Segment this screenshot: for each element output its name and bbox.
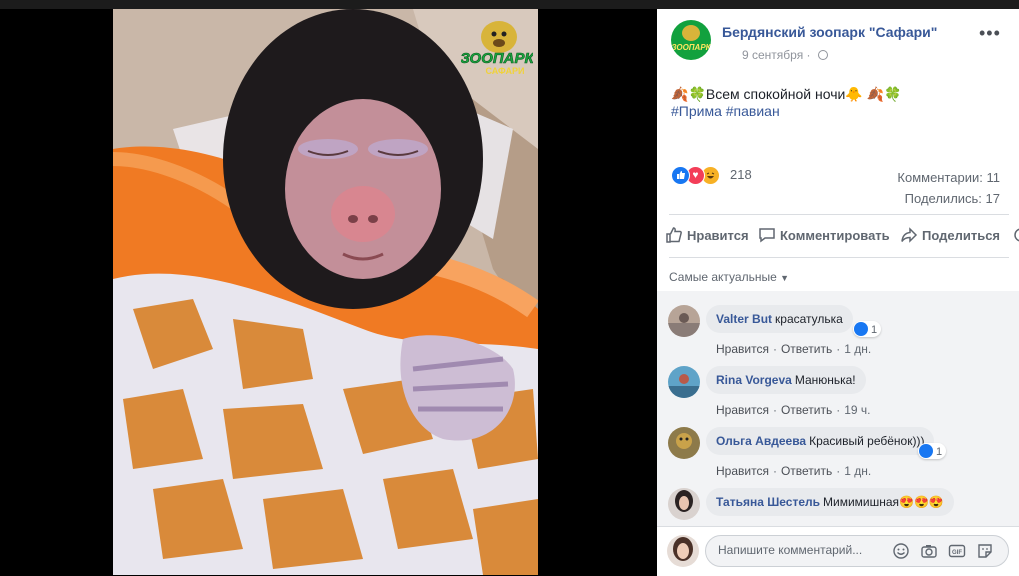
svg-text:ЗООПАРК: ЗООПАРК	[461, 50, 533, 67]
leaf-emoji-icon: 🍂	[671, 86, 689, 102]
comment-actions: Нравится · Ответить · 1 дн.	[716, 342, 872, 356]
comment-time[interactable]: 19 ч.	[844, 403, 870, 417]
sticker-icon[interactable]	[976, 542, 994, 560]
comment-actions: Нравится · Ответить · 19 ч.	[716, 403, 871, 417]
comment-bubble: Татьяна Шестель Мимимишная😍😍😍	[706, 488, 954, 516]
comments-list: Valter But красатулька 1 Нравится · Ответит…	[657, 291, 1019, 526]
like-reaction-icon	[671, 166, 690, 185]
gif-icon[interactable]: GIF	[948, 542, 966, 560]
post-date[interactable]: 9 сентября ·	[742, 48, 828, 62]
like-reaction-icon	[854, 322, 868, 336]
thumbs-up-icon	[666, 227, 682, 243]
share-arrow-icon	[901, 227, 918, 243]
comment-reply-link[interactable]: Ответить	[781, 403, 832, 417]
comment-author[interactable]: Татьяна Шестель	[716, 495, 820, 509]
like-button[interactable]: Нравится	[665, 226, 749, 244]
baby-baboon-image	[113, 9, 538, 575]
sort-dropdown[interactable]: Самые актуальные ▼	[669, 270, 789, 284]
shares-count[interactable]: Поделились: 17	[897, 188, 1000, 209]
emoji-icon[interactable]	[892, 542, 910, 560]
leaf-emoji-icon: 🍂	[866, 86, 885, 102]
avatar[interactable]	[668, 427, 700, 459]
comment-bubble: Rina Vorgeva Манюнька!	[706, 366, 866, 394]
share-button[interactable]: Поделиться	[900, 226, 1000, 244]
post-actions-bar: Нравится Комментировать Поделиться	[665, 226, 1019, 248]
comment-author[interactable]: Valter But	[716, 312, 772, 326]
comment-button[interactable]: Комментировать	[758, 226, 890, 244]
browser-strip	[0, 0, 1019, 9]
comment-text: Красивый ребёнок)))	[809, 434, 925, 448]
comment-author[interactable]: Ольга Авдеева	[716, 434, 806, 448]
like-reaction-icon	[919, 444, 933, 458]
comment-like-count: 1	[936, 446, 943, 458]
comment-like-count: 1	[871, 324, 878, 336]
comment-like-link[interactable]: Нравится	[716, 403, 769, 417]
divider	[669, 214, 1009, 215]
comments-count[interactable]: Комментарии: 11	[897, 167, 1000, 188]
more-options-button[interactable]: •••	[979, 23, 1001, 44]
photo-viewer[interactable]: ЗООПАРК САФАРИ	[0, 9, 655, 575]
comment-like-link[interactable]: Нравится	[716, 464, 769, 478]
divider	[669, 257, 1009, 258]
comment-time[interactable]: 1 дн.	[844, 342, 871, 356]
comment-reply-link[interactable]: Ответить	[781, 464, 832, 478]
comment-bubble: Ольга Авдеева Красивый ребёнок)))	[706, 427, 935, 455]
comment-button-label[interactable]: Комментировать	[780, 228, 890, 243]
comment-like-link[interactable]: Нравится	[716, 342, 769, 356]
comment-text: красатулька	[775, 312, 843, 326]
comment-like-badge[interactable]: 1	[853, 321, 882, 337]
post-stats: Комментарии: 11 Поделились: 17	[897, 167, 1000, 209]
comment-text: Мимимишная	[823, 495, 900, 509]
zoo-logo: ЗООПАРК САФАРИ	[461, 21, 533, 76]
comment-bubble-icon	[759, 228, 775, 243]
comment-time[interactable]: 1 дн.	[844, 464, 871, 478]
svg-text:ЗООПАРК: ЗООПАРК	[671, 43, 711, 52]
heart-eyes-emoji-icon: 😍😍😍	[899, 495, 944, 509]
globe-icon	[817, 50, 828, 60]
avatar[interactable]	[668, 305, 700, 337]
svg-text:САФАРИ: САФАРИ	[486, 66, 525, 76]
comment-input-box[interactable]: GIF	[705, 535, 1009, 567]
my-avatar[interactable]	[667, 535, 699, 567]
avatar[interactable]	[668, 488, 700, 520]
clover-emoji-icon: 🍀	[688, 86, 706, 102]
camera-icon[interactable]	[920, 542, 938, 560]
share-button-label[interactable]: Поделиться	[922, 228, 1000, 243]
comment-actions: Нравится · Ответить · 1 дн.	[716, 464, 872, 478]
post-side-panel: ЗООПАРК Бердянский зоопарк "Сафари" 9 се…	[657, 9, 1019, 576]
post-hashtags[interactable]: #Прима #павиан	[671, 103, 780, 119]
clover-emoji-icon: 🍀	[884, 86, 902, 102]
comment-author[interactable]: Rina Vorgeva	[716, 373, 792, 387]
reactions-count[interactable]: 218	[730, 167, 752, 182]
baby-chick-emoji-icon: 🐥	[845, 86, 863, 102]
page-avatar[interactable]: ЗООПАРК	[671, 20, 711, 60]
post-date-text[interactable]: 9 сентября	[742, 48, 803, 62]
post-text: 🍂🍀Всем спокойной ночи🐥 🍂🍀	[671, 85, 902, 103]
comment-text: Манюнька!	[794, 373, 856, 387]
post-photo[interactable]: ЗООПАРК САФАРИ	[113, 9, 538, 575]
comment-composer: GIF	[657, 526, 1019, 576]
reaction-picker-icon[interactable]	[1014, 226, 1019, 244]
comment-input[interactable]	[716, 542, 880, 558]
post-text-content: Всем спокойной ночи	[705, 86, 846, 102]
avatar[interactable]	[668, 366, 700, 398]
comment-bubble: Valter But красатулька	[706, 305, 853, 333]
page-name-link[interactable]: Бердянский зоопарк "Сафари"	[722, 24, 937, 40]
comment-reply-link[interactable]: Ответить	[781, 342, 832, 356]
sort-label[interactable]: Самые актуальные	[669, 270, 777, 284]
comment-like-badge[interactable]: 1	[918, 443, 947, 459]
like-button-label[interactable]: Нравится	[687, 228, 749, 243]
svg-text:GIF: GIF	[952, 550, 962, 556]
caret-down-icon: ▼	[780, 273, 790, 283]
